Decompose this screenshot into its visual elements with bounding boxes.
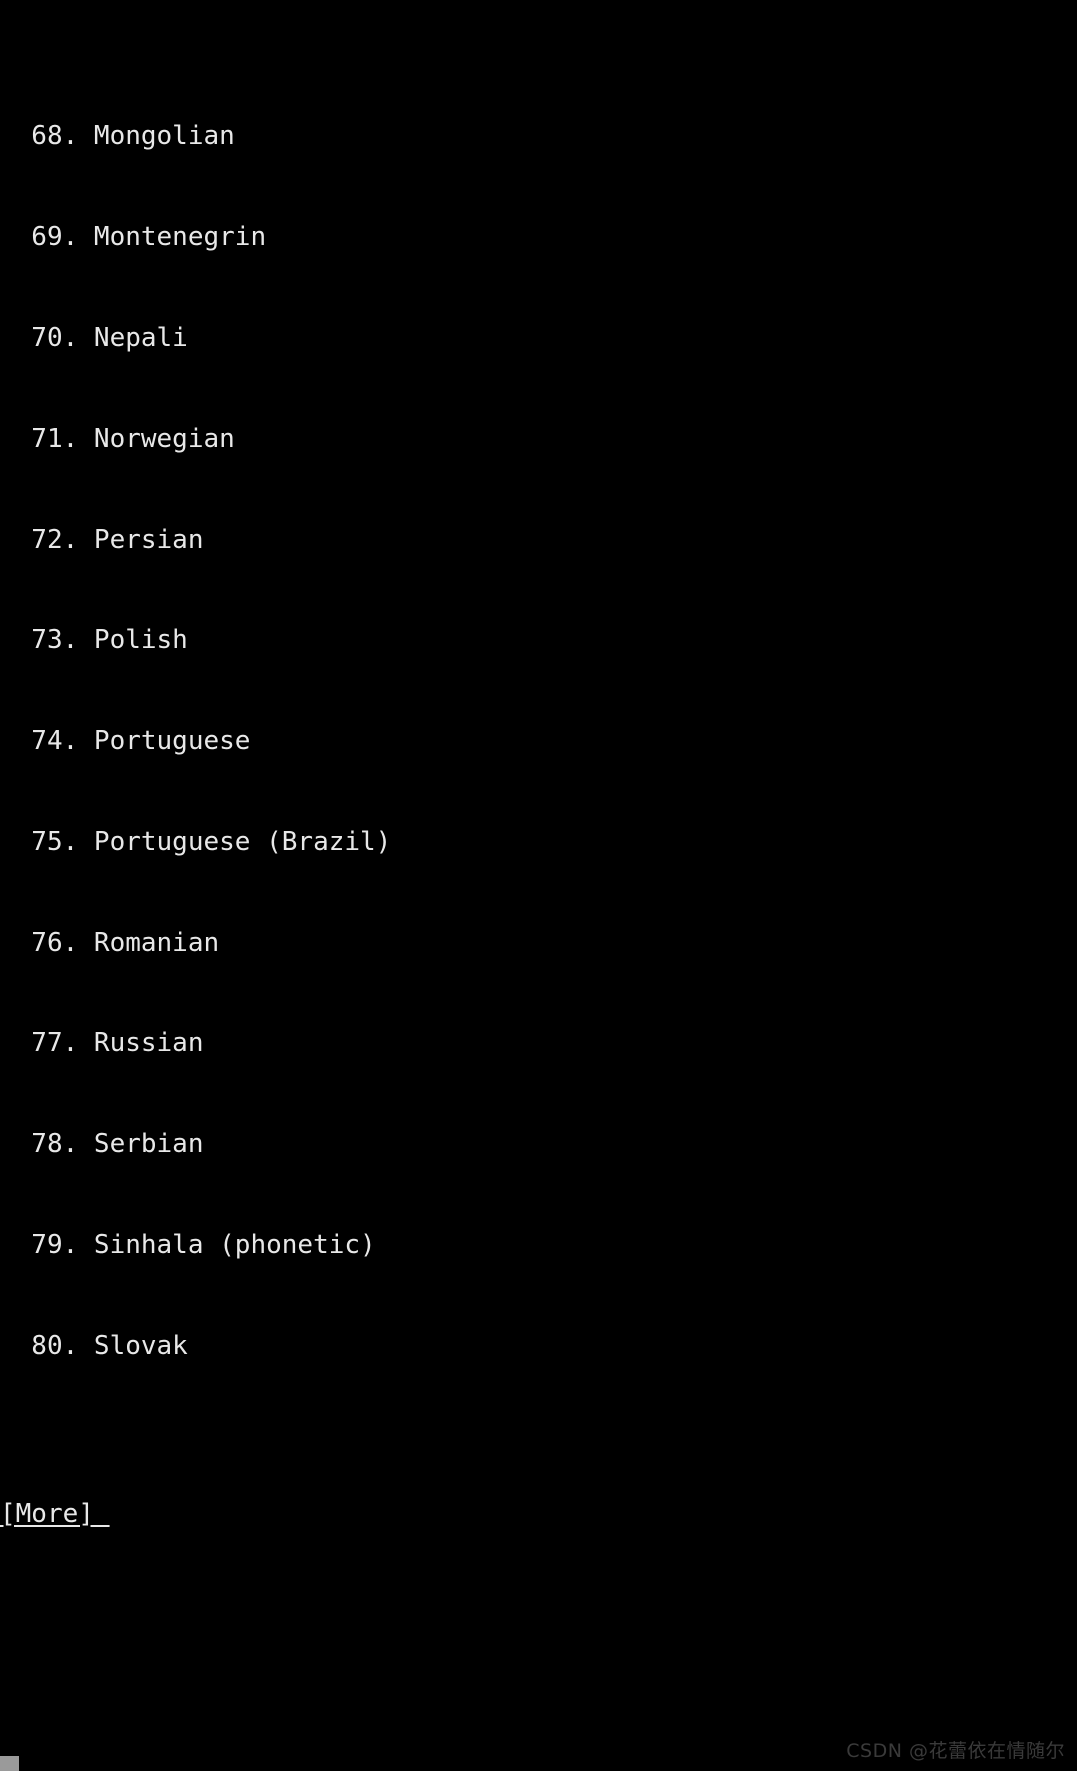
list-item: 74. Portuguese: [0, 726, 251, 757]
list-item: 76. Romanian: [0, 927, 220, 958]
list-item: 68. Mongolian: [0, 121, 235, 152]
list-item: 77. Russian: [0, 1028, 204, 1059]
more-pager-label: [More]: [0, 1498, 110, 1529]
list-item: 71. Norwegian: [0, 423, 235, 454]
terminal-output: 68. Mongolian 69. Montenegrin 70. Nepali…: [0, 0, 1077, 1771]
list-item: 73. Polish: [0, 625, 188, 656]
more-pager-prompt[interactable]: [More]: [0, 1498, 1077, 1532]
list-item: 70. Nepali: [0, 322, 188, 353]
list-item: 69. Montenegrin: [0, 222, 267, 253]
csdn-watermark: CSDN @花蕾依在情随尔: [846, 1740, 1065, 1762]
list-item: 72. Persian: [0, 524, 204, 555]
list-item: 78. Serbian: [0, 1129, 204, 1160]
terminal-cursor: [0, 1756, 19, 1771]
terminal-screen[interactable]: 68. Mongolian 69. Montenegrin 70. Nepali…: [0, 0, 1077, 1771]
list-item: 80. Slovak: [0, 1330, 188, 1361]
list-item: 79. Sinhala (phonetic): [0, 1229, 376, 1260]
list-item: 75. Portuguese (Brazil): [0, 826, 392, 857]
